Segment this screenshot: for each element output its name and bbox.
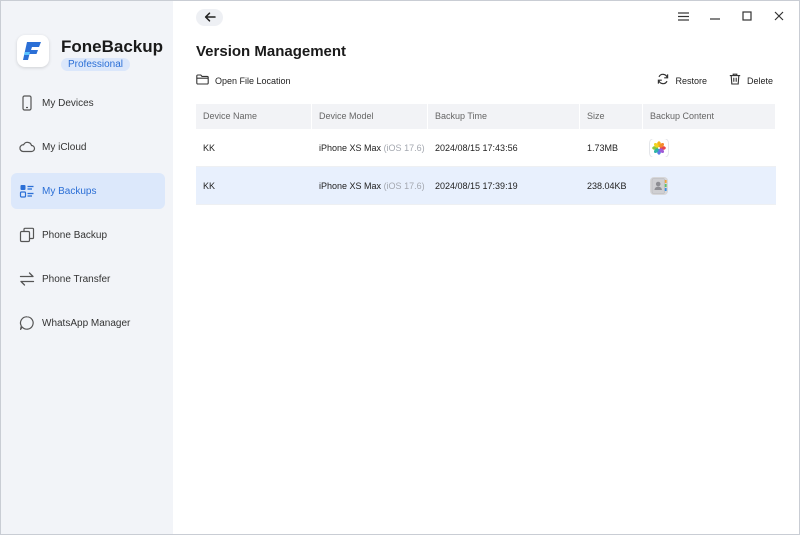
backup-versions-table: Device Name Device Model Backup Time Siz…: [196, 104, 776, 205]
menu-icon: [677, 8, 689, 26]
restore-button[interactable]: Restore: [657, 72, 707, 90]
arrow-left-icon: [204, 9, 216, 27]
backup-time-cell: 2024/08/15 17:39:19: [435, 180, 518, 191]
folder-icon: [196, 72, 209, 90]
menu-button[interactable]: [677, 11, 689, 23]
column-header-device-name[interactable]: Device Name: [196, 104, 312, 129]
brand: FoneBackup Professional: [17, 35, 167, 75]
delete-label: Delete: [746, 76, 773, 86]
sidebar-item-whatsapp-manager[interactable]: WhatsApp Manager: [11, 305, 165, 341]
device-model-text: iPhone XS Max: [319, 142, 382, 153]
app-window: FoneBackup Professional My Devices My iC…: [0, 0, 800, 535]
maximize-button[interactable]: [741, 11, 753, 23]
open-file-location-button[interactable]: Open File Location: [196, 74, 291, 88]
sidebar-item-label: Phone Transfer: [42, 273, 111, 285]
sidebar-item-label: Phone Backup: [42, 229, 108, 241]
size-cell: 1.73MB: [587, 142, 619, 153]
cloud-icon: [18, 138, 36, 156]
backup-content-cell: [643, 138, 776, 157]
copy-icon: [18, 226, 36, 244]
backup-time-cell: 2024/08/15 17:43:56: [435, 142, 518, 153]
sidebar-item-label: My Devices: [42, 97, 94, 109]
toolbar-actions: Restore Delete: [657, 72, 773, 90]
sidebar-item-my-icloud[interactable]: My iCloud: [11, 129, 165, 165]
open-file-location-label: Open File Location: [215, 76, 291, 86]
backups-icon: [18, 182, 36, 200]
maximize-icon: [742, 8, 752, 26]
window-controls: [677, 11, 785, 23]
trash-icon: [729, 72, 741, 90]
edition-badge: Professional: [61, 58, 131, 71]
sidebar-item-label: WhatsApp Manager: [42, 317, 131, 329]
chat-icon: [18, 314, 36, 332]
device-name-cell: KK: [203, 180, 216, 191]
device-name-cell: KK: [203, 142, 216, 153]
table-row[interactable]: KK iPhone XS Max (iOS 17.6) 2024/08/15 1…: [196, 129, 776, 167]
back-button[interactable]: [196, 9, 223, 26]
sidebar-item-phone-transfer[interactable]: Phone Transfer: [11, 261, 165, 297]
delete-button[interactable]: Delete: [729, 72, 773, 90]
close-button[interactable]: [773, 11, 785, 23]
device-model-cell: iPhone XS Max (iOS 17.6): [312, 143, 428, 153]
transfer-icon: [18, 270, 36, 288]
sidebar-item-my-devices[interactable]: My Devices: [11, 85, 165, 121]
phone-icon: [18, 94, 36, 112]
column-header-backup-content[interactable]: Backup Content: [643, 104, 776, 129]
device-model-text: iPhone XS Max: [319, 180, 382, 191]
device-model-cell: iPhone XS Max (iOS 17.6): [312, 181, 428, 191]
contacts-icon: [650, 176, 668, 195]
close-icon: [774, 8, 784, 26]
sidebar-item-phone-backup[interactable]: Phone Backup: [11, 217, 165, 253]
table-header: Device Name Device Model Backup Time Siz…: [196, 104, 776, 129]
restore-label: Restore: [675, 76, 707, 86]
sidebar-item-my-backups[interactable]: My Backups: [11, 173, 165, 209]
sidebar-nav: My Devices My iCloud My Backups Phone Ba…: [11, 85, 165, 349]
column-header-backup-time[interactable]: Backup Time: [428, 104, 580, 129]
column-header-device-model[interactable]: Device Model: [312, 104, 428, 129]
os-version-text: (iOS 17.6): [383, 142, 425, 153]
app-name: FoneBackup: [61, 37, 164, 56]
backup-content-cell: [643, 176, 776, 195]
minimize-icon: [710, 8, 720, 26]
sidebar-item-label: My Backups: [42, 185, 97, 197]
photos-icon: [650, 138, 668, 157]
column-header-size[interactable]: Size: [580, 104, 643, 129]
refresh-icon: [657, 72, 669, 90]
page-title: Version Management: [196, 43, 347, 60]
sidebar: FoneBackup Professional My Devices My iC…: [1, 1, 173, 534]
sidebar-item-label: My iCloud: [42, 141, 87, 153]
minimize-button[interactable]: [709, 11, 721, 23]
app-logo-icon: [17, 35, 49, 67]
os-version-text: (iOS 17.6): [383, 180, 425, 191]
size-cell: 238.04KB: [587, 180, 627, 191]
table-row[interactable]: KK iPhone XS Max (iOS 17.6) 2024/08/15 1…: [196, 167, 776, 205]
